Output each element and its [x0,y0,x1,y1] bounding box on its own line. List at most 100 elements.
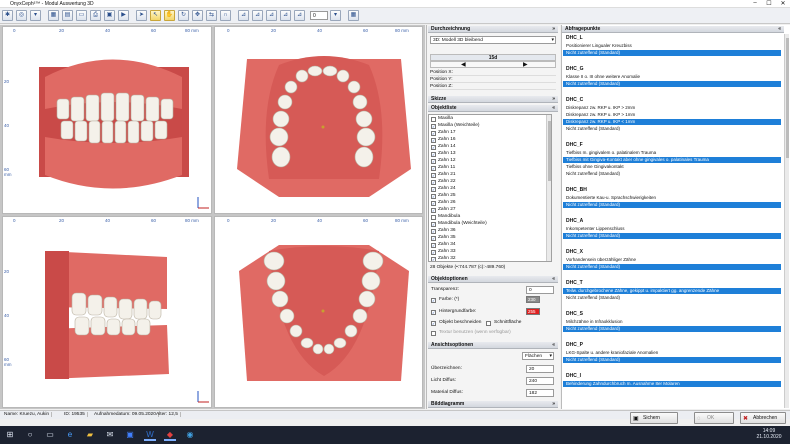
durchzeichnung-select[interactable]: 3D: Modell 3D bleibend ▾ [430,36,556,44]
object-list-item[interactable]: ✓ Zahn 12 [429,158,544,164]
object-list-item[interactable]: ✓ Zahn 11 [429,165,544,171]
object-checkbox[interactable] [431,116,436,122]
query-scrollbar[interactable] [784,34,789,408]
material-field[interactable]: 182 [526,389,554,397]
query-option[interactable]: Nicht zutreffend (Standard) [563,264,781,270]
query-option[interactable]: Nicht zutreffend (Standard) [563,233,781,239]
query-option[interactable]: Nicht zutreffend (Standard) [563,295,781,301]
zoom-field[interactable]: 0 [310,11,328,20]
mail-icon[interactable]: ✉ [104,429,116,441]
hand-icon[interactable]: ✋ [164,10,175,21]
object-list-item[interactable]: ✓ Maxilla (Weichteile) [429,123,544,129]
object-list-item[interactable]: ✓ Zahn 14 [429,144,544,150]
object-list-item[interactable]: Mandibula [429,214,544,220]
layout-icon[interactable]: ▦ [48,10,59,21]
viewport-maxilla[interactable]: 0 20 40 60 80 mm [214,26,423,214]
object-checkbox[interactable] [431,214,436,220]
bilddiagramm-header[interactable]: Bilddiagramm» [428,401,558,408]
clock[interactable]: 14:09 21.10.2020 [752,428,786,440]
minimize-button[interactable]: – [748,0,762,6]
skizze-header[interactable]: Skizze» [428,96,558,103]
durchzeichnung-header[interactable]: Durchzeichnung» [428,26,558,33]
align-icon[interactable]: ⇆ [206,10,217,21]
object-list-item[interactable]: ✓ Zahn 26 [429,200,544,206]
farbe-checkbox[interactable]: ✓ [431,297,436,303]
schnittflaeche-checkbox[interactable] [486,320,491,326]
render-mode-select[interactable]: Flächen ▾ [522,352,554,360]
object-checkbox[interactable]: ✓ [431,235,436,241]
move-icon[interactable]: ✥ [192,10,203,21]
query-option[interactable]: Vorhandensein überzähliger Zähne [563,257,781,263]
hintergrund-checkbox[interactable]: ✓ [431,309,436,315]
object-checkbox[interactable]: ✓ [431,158,436,164]
object-checkbox[interactable]: ✓ [431,165,436,171]
object-checkbox[interactable]: ✓ [431,137,436,143]
object-list-item[interactable]: ✓ Zahn 13 [429,151,544,157]
rotate-icon[interactable]: ↻ [178,10,189,21]
app-icon[interactable]: ◉ [184,429,196,441]
curve-icon[interactable]: ∩ [220,10,231,21]
pointer-icon[interactable]: ➤ [136,10,147,21]
maximize-button[interactable]: ☐ [762,0,776,7]
measure3-icon[interactable]: ⊿ [266,10,277,21]
object-list-item[interactable]: Maxilla [429,116,544,122]
tooth-stepper[interactable]: ◀ ▶ [430,61,556,68]
query-option[interactable]: Milchzähne in Infraokklusion [563,319,781,325]
hintergrund-swatch[interactable]: 255 [526,308,540,315]
explorer-icon[interactable]: ▰ [84,429,96,441]
query-option[interactable]: Nicht zutreffend (Standard) [563,326,781,332]
object-checkbox[interactable]: ✓ [431,172,436,178]
object-checkbox[interactable]: ✓ [431,186,436,192]
viewport-frontal[interactable]: 0 20 40 60 80 mm 20 40 60 mm [2,26,212,214]
save-button[interactable]: ▣ Sichern [630,412,678,424]
object-list-item[interactable]: ✓ Zahn 17 [429,130,544,136]
textur-checkbox[interactable] [431,330,436,336]
edge-icon[interactable]: e [64,429,76,441]
query-option[interactable]: Nicht zutreffend (Standard) [563,171,781,177]
query-option[interactable]: Diskrepanz zw. RKP u. IKP > 2mm [563,105,781,111]
query-option[interactable]: Dokumentierte Kau-u. Sprachschwierigkeit… [563,195,781,201]
object-checkbox[interactable]: ✓ [431,151,436,157]
object-checkbox[interactable]: ✓ [431,242,436,248]
query-option[interactable]: Tiefbiss ohne Gingivakontakt [563,164,781,170]
cancel-button[interactable]: ✖ Abbrechen [740,412,786,424]
settings-icon[interactable]: ✱ [2,10,13,21]
object-checkbox[interactable]: ✓ [431,256,436,261]
object-checkbox[interactable]: ✓ [431,123,436,129]
object-list-item[interactable]: ✓ Zahn 24 [429,186,544,192]
query-option[interactable]: Nicht zutreffend (Standard) [563,126,781,132]
query-option[interactable]: Behinderung Zahndurchbruch m. Ausnahme 8… [563,381,781,387]
play-icon[interactable]: ▶ [118,10,129,21]
object-list-item[interactable]: ✓ Zahn 32 [429,256,544,261]
search-icon[interactable]: ○ [24,429,36,441]
object-list-item[interactable]: ✓ Zahn 21 [429,172,544,178]
query-option[interactable]: LKG-Spalte u. andere kraniofaziale Anoma… [563,350,781,356]
ok-button[interactable]: ◌ OK [694,412,734,424]
object-checkbox[interactable]: ✓ [431,207,436,213]
query-option[interactable]: Nicht zutreffend (Standard) [563,357,781,363]
query-option[interactable]: Diskrepanz zw. RKP u. IKP > 1mm [563,112,781,118]
object-checkbox[interactable]: ✓ [431,144,436,150]
grid-icon[interactable]: ▤ [62,10,73,21]
select-icon[interactable]: ↖ [150,10,161,21]
object-checkbox[interactable]: ✓ [431,193,436,199]
object-list-item[interactable]: ✓ Zahn 22 [429,179,544,185]
print-icon[interactable]: ⎙ [90,10,101,21]
ansichtsoptionen-header[interactable]: Ansichtsoptionen « [428,342,558,349]
beschneiden-checkbox[interactable]: ✓ [431,320,436,326]
query-option[interactable]: Klasse II o. III ohne weitere Anomalie [563,74,781,80]
object-checkbox[interactable]: ✓ [431,179,436,185]
object-list-item[interactable]: ✓ Zahn 36 [429,228,544,234]
word-icon[interactable]: W [144,429,156,441]
query-option[interactable]: Positionierer Lingualer Kreuzbiss [563,43,781,49]
windows-start-icon[interactable]: ⊞ [4,429,16,441]
measure5-icon[interactable]: ⊿ [294,10,305,21]
viewport-lateral[interactable]: 0 20 40 60 80 mm 20 40 60 mm [2,216,212,408]
query-option[interactable]: Inkompetenter Lippenschluss [563,226,781,232]
taskview-icon[interactable]: ▭ [44,429,56,441]
transparenz-field[interactable]: 0 [526,286,554,294]
query-option[interactable]: Nicht zutreffend (Standard) [563,50,781,56]
object-list-item[interactable]: ✓ Mandibula (Weichteile) [429,221,544,227]
licht-field[interactable]: 240 [526,377,554,385]
query-option[interactable]: Teilw. durchgebrochene Zähne, gekippt u.… [563,288,781,294]
